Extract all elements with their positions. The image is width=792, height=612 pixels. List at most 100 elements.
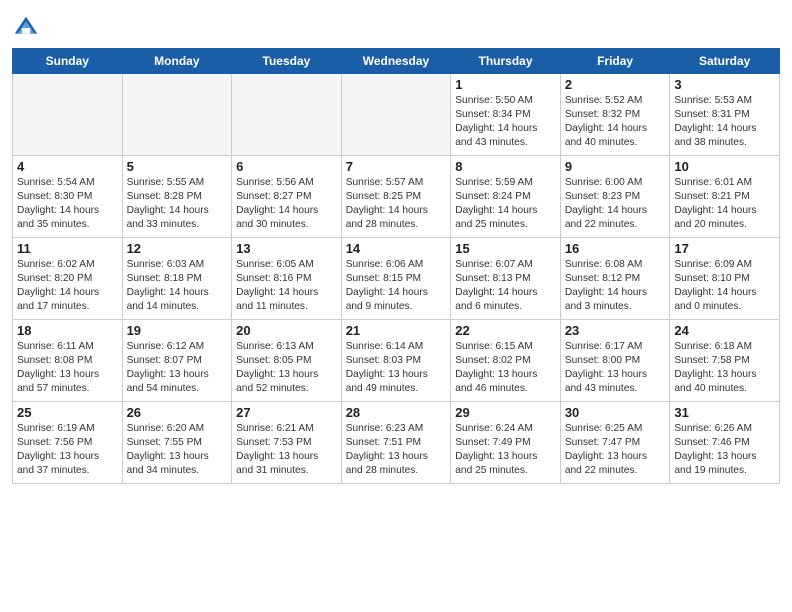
- day-info: Sunrise: 6:18 AMSunset: 7:58 PMDaylight:…: [674, 340, 775, 396]
- logo: [12, 14, 44, 42]
- day-info: Sunrise: 6:06 AMSunset: 8:15 PMDaylight:…: [346, 258, 447, 314]
- day-number: 17: [674, 241, 775, 256]
- day-info: Sunrise: 6:02 AMSunset: 8:20 PMDaylight:…: [17, 258, 118, 314]
- calendar-day-cell: 16 Sunrise: 6:08 AMSunset: 8:12 PMDayligh…: [560, 238, 670, 320]
- calendar-day-cell: 8Sunrise: 5:59 AMSunset: 8:24 PMDaylight…: [451, 156, 561, 238]
- day-number: 26: [127, 405, 228, 420]
- calendar-day-cell: [341, 74, 451, 156]
- page-header: [12, 10, 780, 42]
- calendar-day-cell: 4 Sunrise: 5:54 AMSunset: 8:30 PMDaylight…: [13, 156, 123, 238]
- calendar-day-cell: 14 Sunrise: 6:06 AMSunset: 8:15 PMDayligh…: [341, 238, 451, 320]
- calendar-day-cell: 29 Sunrise: 6:24 AMSunset: 7:49 PMDayligh…: [451, 402, 561, 484]
- day-info: Sunrise: 5:53 AMSunset: 8:31 PMDaylight:…: [674, 94, 775, 150]
- day-number: 29: [455, 405, 556, 420]
- day-info: Sunrise: 5:56 AMSunset: 8:27 PMDaylight:…: [236, 176, 337, 232]
- day-info: Sunrise: 6:19 AMSunset: 7:56 PMDaylight:…: [17, 422, 118, 478]
- calendar-day-cell: 31Sunrise: 6:26 AMSunset: 7:46 PMDayligh…: [670, 402, 780, 484]
- day-number: 9: [565, 159, 666, 174]
- calendar-day-cell: 9 Sunrise: 6:00 AMSunset: 8:23 PMDaylight…: [560, 156, 670, 238]
- day-info: Sunrise: 6:08 AMSunset: 8:12 PMDaylight:…: [565, 258, 666, 314]
- logo-icon: [12, 14, 40, 42]
- calendar-day-cell: 27 Sunrise: 6:21 AMSunset: 7:53 PMDayligh…: [232, 402, 342, 484]
- calendar-week-row: 11Sunrise: 6:02 AMSunset: 8:20 PMDayligh…: [13, 238, 780, 320]
- page-container: SundayMondayTuesdayWednesdayThursdayFrid…: [0, 0, 792, 494]
- day-number: 5: [127, 159, 228, 174]
- day-number: 3: [674, 77, 775, 92]
- calendar-day-cell: 1 Sunrise: 5:50 AMSunset: 8:34 PMDaylight…: [451, 74, 561, 156]
- day-number: 8: [455, 159, 556, 174]
- calendar-day-header: Thursday: [451, 49, 561, 74]
- day-number: 14: [346, 241, 447, 256]
- day-number: 4: [17, 159, 118, 174]
- day-info: Sunrise: 6:05 AMSunset: 8:16 PMDaylight:…: [236, 258, 337, 314]
- day-number: 24: [674, 323, 775, 338]
- day-number: 19: [127, 323, 228, 338]
- calendar-day-cell: 30Sunrise: 6:25 AMSunset: 7:47 PMDayligh…: [560, 402, 670, 484]
- calendar-day-cell: 2 Sunrise: 5:52 AMSunset: 8:32 PMDaylight…: [560, 74, 670, 156]
- day-info: Sunrise: 6:21 AMSunset: 7:53 PMDaylight:…: [236, 422, 337, 478]
- day-info: Sunrise: 5:54 AMSunset: 8:30 PMDaylight:…: [17, 176, 118, 232]
- calendar-day-cell: 12 Sunrise: 6:03 AMSunset: 8:18 PMDayligh…: [122, 238, 232, 320]
- day-number: 15: [455, 241, 556, 256]
- day-info: Sunrise: 5:50 AMSunset: 8:34 PMDaylight:…: [455, 94, 556, 150]
- day-info: Sunrise: 6:01 AMSunset: 8:21 PMDaylight:…: [674, 176, 775, 232]
- calendar-day-header: Tuesday: [232, 49, 342, 74]
- calendar-day-cell: 10Sunrise: 6:01 AMSunset: 8:21 PMDayligh…: [670, 156, 780, 238]
- day-number: 6: [236, 159, 337, 174]
- day-info: Sunrise: 5:52 AMSunset: 8:32 PMDaylight:…: [565, 94, 666, 150]
- day-number: 16: [565, 241, 666, 256]
- day-number: 22: [455, 323, 556, 338]
- calendar-day-cell: 7Sunrise: 5:57 AMSunset: 8:25 PMDaylight…: [341, 156, 451, 238]
- day-info: Sunrise: 5:57 AMSunset: 8:25 PMDaylight:…: [346, 176, 447, 232]
- calendar-week-row: 18 Sunrise: 6:11 AMSunset: 8:08 PMDayligh…: [13, 320, 780, 402]
- calendar-day-cell: [232, 74, 342, 156]
- day-info: Sunrise: 6:11 AMSunset: 8:08 PMDaylight:…: [17, 340, 118, 396]
- day-number: 20: [236, 323, 337, 338]
- day-info: Sunrise: 6:12 AMSunset: 8:07 PMDaylight:…: [127, 340, 228, 396]
- day-info: Sunrise: 6:13 AMSunset: 8:05 PMDaylight:…: [236, 340, 337, 396]
- day-number: 23: [565, 323, 666, 338]
- calendar-day-cell: 22Sunrise: 6:15 AMSunset: 8:02 PMDayligh…: [451, 320, 561, 402]
- calendar-day-cell: 24 Sunrise: 6:18 AMSunset: 7:58 PMDayligh…: [670, 320, 780, 402]
- calendar-week-row: 4 Sunrise: 5:54 AMSunset: 8:30 PMDaylight…: [13, 156, 780, 238]
- day-number: 28: [346, 405, 447, 420]
- day-info: Sunrise: 6:03 AMSunset: 8:18 PMDaylight:…: [127, 258, 228, 314]
- calendar-day-cell: 23 Sunrise: 6:17 AMSunset: 8:00 PMDayligh…: [560, 320, 670, 402]
- day-info: Sunrise: 6:26 AMSunset: 7:46 PMDaylight:…: [674, 422, 775, 478]
- day-info: Sunrise: 6:25 AMSunset: 7:47 PMDaylight:…: [565, 422, 666, 478]
- calendar-day-cell: 20 Sunrise: 6:13 AMSunset: 8:05 PMDayligh…: [232, 320, 342, 402]
- calendar-day-cell: 25 Sunrise: 6:19 AMSunset: 7:56 PMDayligh…: [13, 402, 123, 484]
- day-info: Sunrise: 6:20 AMSunset: 7:55 PMDaylight:…: [127, 422, 228, 478]
- calendar-day-header: Sunday: [13, 49, 123, 74]
- day-info: Sunrise: 6:09 AMSunset: 8:10 PMDaylight:…: [674, 258, 775, 314]
- calendar-week-row: 25 Sunrise: 6:19 AMSunset: 7:56 PMDayligh…: [13, 402, 780, 484]
- calendar-day-cell: 21Sunrise: 6:14 AMSunset: 8:03 PMDayligh…: [341, 320, 451, 402]
- calendar-day-cell: [13, 74, 123, 156]
- day-info: Sunrise: 6:23 AMSunset: 7:51 PMDaylight:…: [346, 422, 447, 478]
- calendar-day-cell: 3 Sunrise: 5:53 AMSunset: 8:31 PMDaylight…: [670, 74, 780, 156]
- calendar-day-header: Monday: [122, 49, 232, 74]
- calendar-day-header: Friday: [560, 49, 670, 74]
- day-info: Sunrise: 6:24 AMSunset: 7:49 PMDaylight:…: [455, 422, 556, 478]
- calendar-header-row: SundayMondayTuesdayWednesdayThursdayFrid…: [13, 49, 780, 74]
- day-info: Sunrise: 6:00 AMSunset: 8:23 PMDaylight:…: [565, 176, 666, 232]
- day-number: 12: [127, 241, 228, 256]
- day-number: 13: [236, 241, 337, 256]
- day-number: 27: [236, 405, 337, 420]
- day-number: 1: [455, 77, 556, 92]
- calendar-week-row: 1 Sunrise: 5:50 AMSunset: 8:34 PMDaylight…: [13, 74, 780, 156]
- calendar-day-cell: 18 Sunrise: 6:11 AMSunset: 8:08 PMDayligh…: [13, 320, 123, 402]
- day-number: 18: [17, 323, 118, 338]
- calendar-day-header: Saturday: [670, 49, 780, 74]
- calendar-day-cell: [122, 74, 232, 156]
- calendar-day-cell: 11Sunrise: 6:02 AMSunset: 8:20 PMDayligh…: [13, 238, 123, 320]
- day-info: Sunrise: 6:17 AMSunset: 8:00 PMDaylight:…: [565, 340, 666, 396]
- calendar-day-cell: 13 Sunrise: 6:05 AMSunset: 8:16 PMDayligh…: [232, 238, 342, 320]
- day-number: 2: [565, 77, 666, 92]
- calendar-day-cell: 6 Sunrise: 5:56 AMSunset: 8:27 PMDaylight…: [232, 156, 342, 238]
- calendar-day-cell: 28 Sunrise: 6:23 AMSunset: 7:51 PMDayligh…: [341, 402, 451, 484]
- calendar-table: SundayMondayTuesdayWednesdayThursdayFrid…: [12, 48, 780, 484]
- day-info: Sunrise: 6:14 AMSunset: 8:03 PMDaylight:…: [346, 340, 447, 396]
- day-number: 25: [17, 405, 118, 420]
- day-info: Sunrise: 6:07 AMSunset: 8:13 PMDaylight:…: [455, 258, 556, 314]
